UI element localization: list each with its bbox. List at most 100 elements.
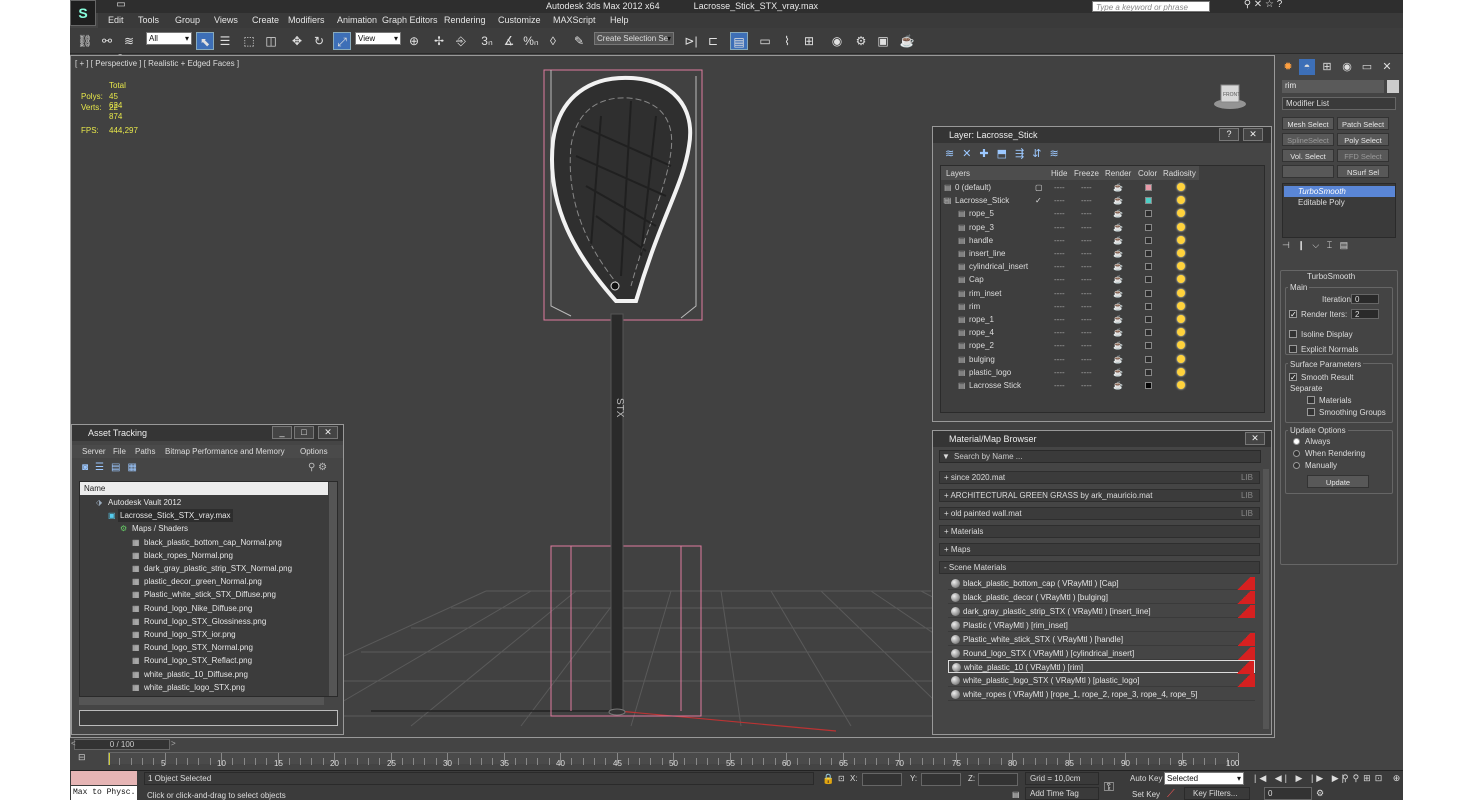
layer-name[interactable]: bulging — [969, 353, 995, 366]
create-tab-icon[interactable]: ✹ — [1280, 59, 1296, 75]
spinner-snap-icon[interactable]: ◊ — [544, 32, 562, 50]
layer-help-button[interactable]: ? — [1219, 128, 1239, 141]
layer-name[interactable]: rope_1 — [969, 313, 994, 326]
layer-name[interactable]: rope_4 — [969, 326, 994, 339]
menu-help[interactable]: Help — [610, 15, 629, 25]
asset-scrollbar-h[interactable] — [79, 697, 324, 705]
y-coord-field[interactable] — [921, 773, 961, 786]
curve-editor-icon[interactable]: ⌇ — [778, 32, 796, 50]
time-tag-icon[interactable]: ▤ — [1012, 790, 1020, 799]
hide-toggle[interactable]: ---- — [1054, 181, 1065, 194]
layer-color-swatch[interactable] — [1145, 355, 1152, 363]
radiosity-sun-icon[interactable] — [1177, 196, 1185, 205]
absolute-mode-icon[interactable]: ⊡ — [838, 774, 845, 783]
render-teapot-icon[interactable]: ☕ — [1113, 287, 1123, 300]
utilities-tab-icon[interactable]: ✕ — [1379, 59, 1395, 75]
layer-name[interactable]: Cap — [969, 273, 984, 286]
radiosity-sun-icon[interactable] — [1177, 275, 1185, 284]
render-teapot-icon[interactable]: ☕ — [1113, 273, 1123, 286]
when-rendering-radio[interactable] — [1293, 450, 1300, 457]
menu-customize[interactable]: Customize — [498, 15, 541, 25]
layer-name[interactable]: cylindrical_insert — [969, 260, 1028, 273]
layer-row[interactable]: ▤ rope_3 ---- ---- ☕ — [941, 221, 1199, 234]
render-teapot-icon[interactable]: ☕ — [1113, 247, 1123, 260]
hide-toggle[interactable]: ---- — [1054, 379, 1065, 392]
bind-spacewarp-icon[interactable]: ≋ — [120, 32, 138, 50]
freeze-toggle[interactable]: ---- — [1081, 366, 1092, 379]
selection-filter-dropdown[interactable]: All — [146, 32, 192, 45]
keyboard-shortcut-icon[interactable]: ⎆ — [452, 32, 470, 50]
asset-row[interactable]: ⚙ Maps / Shaders — [80, 522, 328, 535]
scene-material-row[interactable]: Plastic_white_stick_STX ( VRayMtl ) [han… — [948, 632, 1255, 646]
render-teapot-icon[interactable]: ☕ — [1113, 221, 1123, 234]
x-coord-field[interactable] — [862, 773, 902, 786]
layer-color-swatch[interactable] — [1145, 289, 1152, 297]
z-coord-field[interactable] — [978, 773, 1018, 786]
render-teapot-icon[interactable]: ☕ — [1113, 313, 1123, 326]
iterations-spinner[interactable]: 0 — [1351, 294, 1379, 304]
layer-name[interactable]: rope_3 — [969, 221, 994, 234]
key-filters-button[interactable]: Key Filters... — [1184, 787, 1250, 800]
layer-color-swatch[interactable] — [1145, 250, 1152, 257]
render-teapot-icon[interactable]: ☕ — [1113, 300, 1123, 313]
radiosity-sun-icon[interactable] — [1177, 183, 1185, 191]
layer-color-swatch[interactable] — [1145, 382, 1152, 389]
modify-tab-icon[interactable]: ◓ — [1299, 59, 1315, 75]
patch-select-button[interactable]: Patch Select — [1337, 117, 1389, 130]
scene-material-row[interactable]: white_plastic_10 ( VRayMtl ) [rim] — [948, 660, 1255, 675]
menu-views[interactable]: Views — [214, 15, 238, 25]
layer-name[interactable]: plastic_logo — [969, 366, 1011, 379]
layer-name[interactable]: rim — [969, 300, 980, 313]
asset-row[interactable]: ▦ Plastic_white_stick_STX_Diffuse.png — [80, 588, 328, 601]
render-iters-spinner[interactable]: 2 — [1351, 309, 1379, 319]
radiosity-sun-icon[interactable] — [1177, 235, 1185, 244]
timeline[interactable]: 0 / 100 < > ⊟ 5 10 15 20 25 30 35 40 45 50 55 60 65 7… — [70, 738, 1403, 770]
col-hide[interactable]: Hide — [1051, 169, 1067, 178]
add-time-tag[interactable]: Add Time Tag — [1025, 787, 1099, 800]
layer-close-button[interactable]: ✕ — [1243, 128, 1263, 141]
hide-toggle[interactable]: ---- — [1054, 313, 1065, 326]
menu-group[interactable]: Group — [175, 15, 200, 25]
layer-color-swatch[interactable] — [1145, 316, 1152, 323]
scene-material-row[interactable]: dark_gray_plastic_strip_STX ( VRayMtl ) … — [948, 604, 1255, 618]
layer-name[interactable]: rim_inset — [969, 287, 1001, 300]
layer-name[interactable]: handle — [969, 234, 993, 247]
radiosity-sun-icon[interactable] — [1177, 341, 1185, 350]
hide-toggle[interactable]: ---- — [1054, 260, 1065, 273]
layer-color-swatch[interactable] — [1145, 236, 1152, 244]
align-icon[interactable]: ⊏ — [704, 32, 722, 50]
freeze-toggle[interactable]: ---- — [1081, 379, 1092, 392]
layer-row[interactable]: ▤ rim_inset ---- ---- ☕ — [941, 287, 1199, 300]
radiosity-sun-icon[interactable] — [1177, 381, 1185, 389]
col-radiosity[interactable]: Radiosity — [1163, 169, 1196, 178]
sep-smoothing-checkbox[interactable] — [1307, 408, 1315, 416]
render-production-icon[interactable]: ☕ — [898, 32, 916, 50]
hide-toggle[interactable]: ---- — [1054, 221, 1065, 234]
radiosity-sun-icon[interactable] — [1177, 222, 1185, 231]
hide-toggle[interactable]: ---- — [1054, 194, 1065, 207]
asset-menu-file[interactable]: File — [113, 447, 126, 456]
hide-toggle[interactable]: ---- — [1054, 366, 1065, 379]
layer-row[interactable]: ▤ plastic_logo ---- ---- ☕ — [941, 366, 1199, 379]
auto-key-button[interactable]: Auto Key — [1130, 774, 1162, 783]
render-teapot-icon[interactable]: ☕ — [1113, 194, 1123, 207]
vol-select-button[interactable]: Vol. Select — [1282, 149, 1334, 162]
key-icon[interactable]: ⚿ — [1104, 779, 1114, 795]
graphite-ribbon-icon[interactable]: ▭ — [756, 32, 774, 50]
layer-color-swatch[interactable] — [1145, 197, 1152, 205]
menu-tools[interactable]: Tools — [138, 15, 159, 25]
layer-color-swatch[interactable] — [1145, 263, 1152, 271]
key-mode-dropdown[interactable]: Selected — [1164, 772, 1244, 785]
scene-material-row[interactable]: black_plastic_bottom_cap ( VRayMtl ) [Ca… — [948, 577, 1255, 590]
rendered-frame-icon[interactable]: ▣ — [874, 32, 892, 50]
lock-selection-icon[interactable]: 🔒 — [822, 774, 834, 785]
sep-materials-checkbox[interactable] — [1307, 396, 1315, 404]
menu-animation[interactable]: Animation — [337, 15, 377, 25]
layer-color-swatch[interactable] — [1145, 223, 1152, 231]
layer-row[interactable]: ▤ rope_1 ---- ---- ☕ — [941, 313, 1199, 326]
hierarchy-tab-icon[interactable]: ⊞ — [1319, 59, 1335, 75]
material-library-section[interactable]: + ARCHITECTURAL GREEN GRASS by ark_mauri… — [939, 489, 1260, 502]
material-scrollbar[interactable] — [1263, 469, 1269, 729]
object-color-swatch[interactable] — [1387, 80, 1399, 93]
asset-row[interactable]: ▦ Round_logo_STX_Reflact.png — [80, 654, 328, 667]
